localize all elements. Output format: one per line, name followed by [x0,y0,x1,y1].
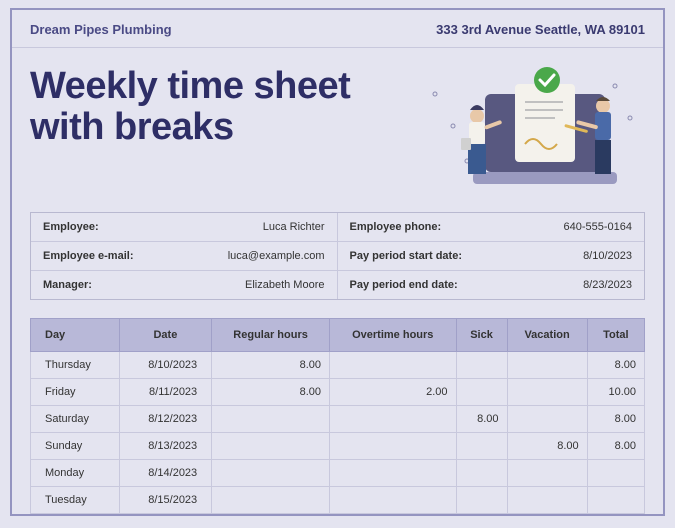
cell-day: Thursday [31,352,120,379]
cell-regular [212,487,330,514]
cell-total: 8.00 [587,352,644,379]
info-email: Employee e-mail: luca@example.com [31,242,338,271]
cell-date: 8/12/2023 [119,406,212,433]
cell-day: Friday [31,379,120,406]
cell-date: 8/10/2023 [119,352,212,379]
cell-regular [212,433,330,460]
cell-sick: 8.00 [456,406,507,433]
cell-overtime [330,406,457,433]
cell-date: 8/13/2023 [119,433,212,460]
timesheet-document: Dream Pipes Plumbing 333 3rd Avenue Seat… [10,8,665,516]
info-value: Elizabeth Moore [245,279,325,291]
title-line-2: with breaks [30,106,234,148]
info-value: 8/23/2023 [583,279,632,291]
cell-overtime: 2.00 [330,379,457,406]
col-vacation: Vacation [507,319,587,352]
cell-overtime [330,460,457,487]
col-date: Date [119,319,212,352]
cell-total: 10.00 [587,379,644,406]
table-row: Monday8/14/2023 [31,460,645,487]
cell-date: 8/14/2023 [119,460,212,487]
cell-day: Saturday [31,406,120,433]
cell-sick [456,379,507,406]
title-row: Weekly time sheet with breaks [12,48,663,212]
cell-day: Sunday [31,433,120,460]
col-day: Day [31,319,120,352]
cell-date: 8/15/2023 [119,487,212,514]
cell-overtime [330,352,457,379]
cell-sick [456,352,507,379]
cell-vacation [507,460,587,487]
cell-regular: 8.00 [212,379,330,406]
info-phone: Employee phone: 640-555-0164 [338,213,645,242]
cell-sick [456,433,507,460]
cell-sick [456,460,507,487]
table-header-row: Day Date Regular hours Overtime hours Si… [31,319,645,352]
info-grid: Employee: Luca Richter Employee phone: 6… [30,212,645,300]
col-total: Total [587,319,644,352]
page-title: Weekly time sheet with breaks [30,66,405,148]
info-value: luca@example.com [228,250,325,262]
cell-sick [456,487,507,514]
col-overtime: Overtime hours [330,319,457,352]
info-value: 640-555-0164 [563,221,632,233]
table-row: Sunday8/13/2023 8.008.00 [31,433,645,460]
col-sick: Sick [456,319,507,352]
illustration [405,66,645,196]
info-label: Employee e-mail: [43,250,133,262]
time-table: Day Date Regular hours Overtime hours Si… [30,318,645,514]
cell-regular [212,406,330,433]
cell-total [587,487,644,514]
col-regular: Regular hours [212,319,330,352]
cell-total: 8.00 [587,433,644,460]
cell-day: Tuesday [31,487,120,514]
info-manager: Manager: Elizabeth Moore [31,271,338,299]
cell-day: Monday [31,460,120,487]
info-period-start: Pay period start date: 8/10/2023 [338,242,645,271]
cell-vacation [507,352,587,379]
info-label: Employee phone: [350,221,442,233]
table-row: Tuesday8/15/2023 [31,487,645,514]
info-value: Luca Richter [263,221,325,233]
info-period-end: Pay period end date: 8/23/2023 [338,271,645,299]
info-label: Pay period start date: [350,250,462,262]
company-name: Dream Pipes Plumbing [30,22,172,37]
cell-total [587,460,644,487]
table-row: Thursday8/10/20238.008.00 [31,352,645,379]
cell-regular: 8.00 [212,352,330,379]
cell-vacation [507,379,587,406]
table-row: Friday8/11/20238.002.00 10.00 [31,379,645,406]
table-row: Saturday8/12/2023 8.00 8.00 [31,406,645,433]
company-address: 333 3rd Avenue Seattle, WA 89101 [436,22,645,37]
cell-vacation: 8.00 [507,433,587,460]
info-employee: Employee: Luca Richter [31,213,338,242]
cell-overtime [330,433,457,460]
info-label: Employee: [43,221,99,233]
cell-regular [212,460,330,487]
cell-overtime [330,487,457,514]
info-value: 8/10/2023 [583,250,632,262]
document-header: Dream Pipes Plumbing 333 3rd Avenue Seat… [12,10,663,48]
cell-date: 8/11/2023 [119,379,212,406]
info-label: Pay period end date: [350,279,458,291]
info-label: Manager: [43,279,92,291]
cell-vacation [507,487,587,514]
cell-vacation [507,406,587,433]
cell-total: 8.00 [587,406,644,433]
title-line-1: Weekly time sheet [30,65,350,107]
